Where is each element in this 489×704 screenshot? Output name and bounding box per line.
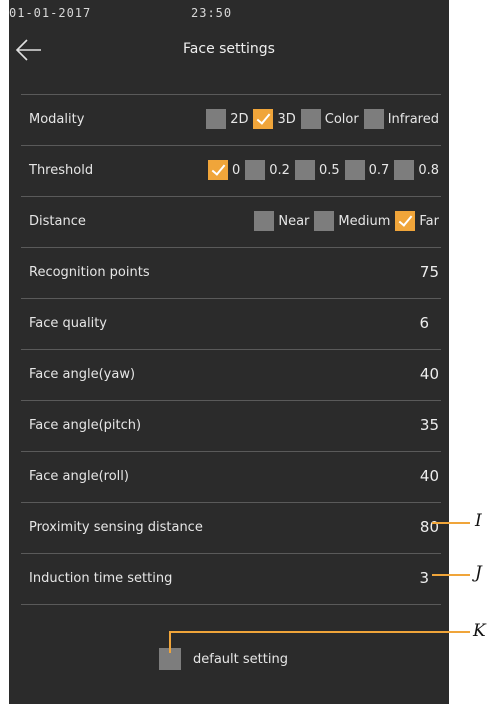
callout-line-i <box>432 522 470 524</box>
arrow-left-icon <box>15 39 41 61</box>
face-quality-row[interactable]: Face quality 6 <box>21 298 441 349</box>
face-settings-screen: 01-01-2017 23:50 Face settings Modality … <box>9 0 449 704</box>
face-angle-roll-label: Face angle(roll) <box>29 469 129 484</box>
threshold-row: Threshold 0 0.2 0.5 0.7 0.8 <box>21 145 441 196</box>
callout-label-i: I <box>475 511 482 531</box>
callout-label-k: K <box>473 621 486 641</box>
option-label: 3D <box>277 111 296 127</box>
callout-line-k-vertical <box>169 631 171 653</box>
option-label: Color <box>324 111 359 127</box>
face-angle-roll-value[interactable]: 40 <box>420 467 439 485</box>
checkbox-threshold-0[interactable] <box>207 160 228 180</box>
option-label: 2D <box>230 111 249 127</box>
option-label: 0.7 <box>368 162 390 178</box>
top-bar: Face settings <box>9 30 449 70</box>
status-time: 23:50 <box>191 6 233 20</box>
face-angle-yaw-label: Face angle(yaw) <box>29 367 136 382</box>
checkbox-infrared[interactable] <box>363 109 384 129</box>
threshold-option-0[interactable]: 0 <box>207 160 241 180</box>
checkbox-threshold-0-8[interactable] <box>394 160 415 180</box>
threshold-option-0-2[interactable]: 0.2 <box>245 160 290 180</box>
modality-label: Modality <box>29 112 85 127</box>
checkbox-medium[interactable] <box>314 211 335 231</box>
threshold-option-0-5[interactable]: 0.5 <box>294 160 340 180</box>
option-label: Medium <box>338 213 391 229</box>
checkbox-threshold-0-5[interactable] <box>294 160 315 180</box>
face-angle-roll-row[interactable]: Face angle(roll) 40 <box>21 451 441 502</box>
threshold-option-0-8[interactable]: 0.8 <box>394 160 439 180</box>
settings-list: Modality 2D 3D Color Infrared Threshold … <box>21 94 441 605</box>
recognition-points-row[interactable]: Recognition points 75 <box>21 247 441 298</box>
face-quality-label: Face quality <box>29 316 107 331</box>
proximity-distance-value[interactable]: 80 <box>420 518 439 536</box>
distance-label: Distance <box>29 214 86 229</box>
induction-time-value[interactable]: 3 <box>419 569 429 587</box>
modality-option-infrared[interactable]: Infrared <box>363 109 439 129</box>
distance-option-far[interactable]: Far <box>395 211 439 231</box>
checkbox-3d[interactable] <box>253 109 274 129</box>
default-setting-label: default setting <box>193 651 288 667</box>
option-label: Near <box>278 213 310 229</box>
distance-option-near[interactable]: Near <box>254 211 309 231</box>
face-angle-pitch-row[interactable]: Face angle(pitch) 35 <box>21 400 441 451</box>
distance-options: Near Medium Far <box>249 211 439 231</box>
checkbox-far[interactable] <box>395 211 416 231</box>
recognition-points-label: Recognition points <box>29 265 150 280</box>
back-button[interactable] <box>15 38 43 62</box>
option-label: 0.8 <box>418 162 439 178</box>
modality-options: 2D 3D Color Infrared <box>201 109 439 129</box>
modality-option-3d[interactable]: 3D <box>253 109 296 129</box>
distance-option-medium[interactable]: Medium <box>314 211 390 231</box>
checkbox-threshold-0-7[interactable] <box>344 160 365 180</box>
option-label: Far <box>419 213 439 229</box>
checkbox-2d[interactable] <box>206 109 227 129</box>
option-label: 0.5 <box>318 162 340 178</box>
checkbox-near[interactable] <box>254 211 275 231</box>
status-date: 01-01-2017 <box>9 6 92 20</box>
induction-time-row[interactable]: Induction time setting 3 <box>21 553 441 605</box>
checkbox-threshold-0-2[interactable] <box>245 160 266 180</box>
modality-option-2d[interactable]: 2D <box>206 109 248 129</box>
face-angle-yaw-row[interactable]: Face angle(yaw) 40 <box>21 349 441 400</box>
option-label: Infrared <box>387 111 439 127</box>
face-angle-pitch-value[interactable]: 35 <box>420 416 439 434</box>
proximity-distance-label: Proximity sensing distance <box>29 520 203 535</box>
modality-row: Modality 2D 3D Color Infrared <box>21 94 441 145</box>
option-label: 0 <box>231 162 241 178</box>
page-title: Face settings <box>183 41 275 57</box>
callout-label-j: J <box>475 563 482 583</box>
face-quality-value[interactable]: 6 <box>419 314 429 332</box>
distance-row: Distance Near Medium Far <box>21 196 441 247</box>
checkbox-color[interactable] <box>300 109 321 129</box>
default-setting[interactable]: default setting <box>159 648 288 670</box>
modality-option-color[interactable]: Color <box>300 109 359 129</box>
recognition-points-value[interactable]: 75 <box>420 263 439 281</box>
status-bar: 01-01-2017 23:50 <box>9 6 449 24</box>
threshold-options: 0 0.2 0.5 0.7 0.8 <box>203 160 439 180</box>
callout-line-j <box>432 574 470 576</box>
option-label: 0.2 <box>269 162 290 178</box>
threshold-label: Threshold <box>29 163 94 178</box>
face-angle-pitch-label: Face angle(pitch) <box>29 418 142 433</box>
callout-line-k <box>169 631 470 633</box>
threshold-option-0-7[interactable]: 0.7 <box>344 160 390 180</box>
face-angle-yaw-value[interactable]: 40 <box>420 365 439 383</box>
induction-time-label: Induction time setting <box>29 571 173 586</box>
proximity-distance-row[interactable]: Proximity sensing distance 80 <box>21 502 441 553</box>
